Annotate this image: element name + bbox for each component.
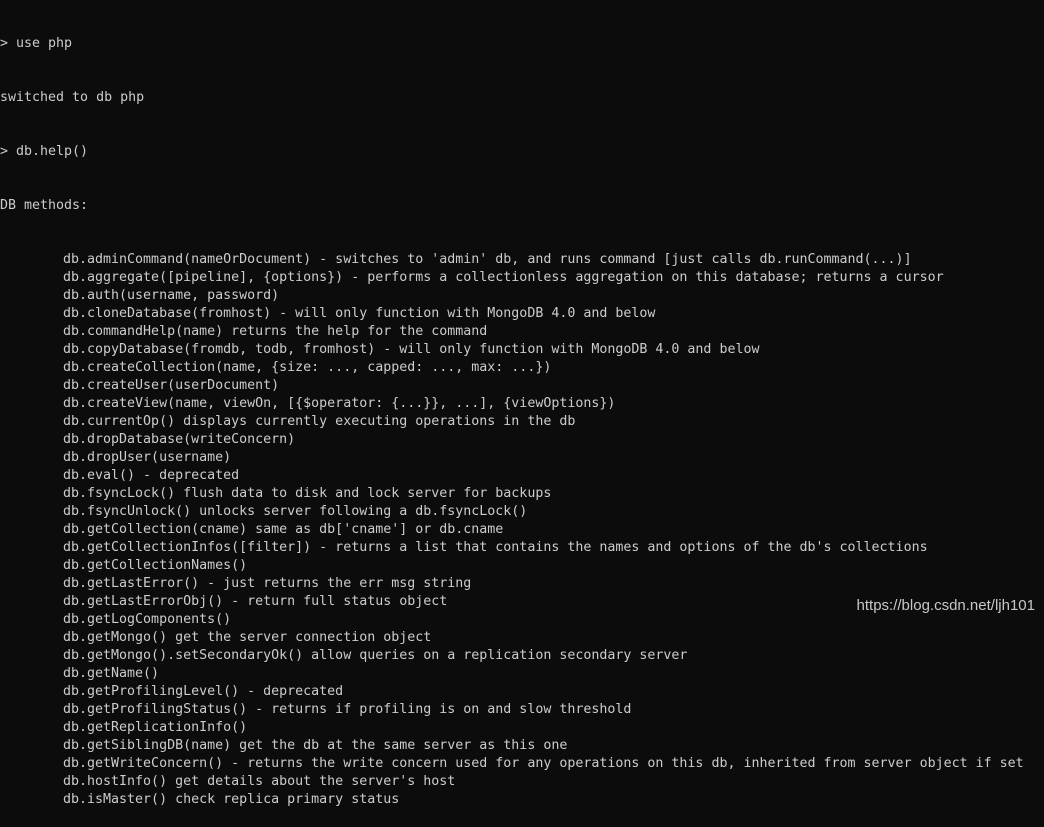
method-line: db.cloneDatabase(fromhost) - will only f… <box>63 306 656 321</box>
method-line: db.isMaster() check replica primary stat… <box>63 792 400 807</box>
method-line: db.getMongo() get the server connection … <box>63 630 432 645</box>
method-line: db.getProfilingStatus() - returns if pro… <box>63 702 632 717</box>
method-line: db.currentOp() displays currently execut… <box>63 414 576 429</box>
method-line: db.getCollectionInfos([filter]) - return… <box>63 540 928 555</box>
method-line: db.aggregate([pipeline], {options}) - pe… <box>63 270 944 285</box>
command-line: > db.help() <box>0 144 89 159</box>
method-line: db.getWriteConcern() - returns the write… <box>63 756 1024 771</box>
output-line: switched to db php <box>0 90 145 105</box>
method-line: db.getProfilingLevel() - deprecated <box>63 684 344 699</box>
method-line: db.fsyncUnlock() unlocks server followin… <box>63 504 528 519</box>
methods-list: db.adminCommand(nameOrDocument) - switch… <box>0 251 1024 809</box>
method-line: db.createView(name, viewOn, [{$operator:… <box>63 396 616 411</box>
method-line: db.eval() - deprecated <box>63 468 240 483</box>
method-line: db.createUser(userDocument) <box>63 378 280 393</box>
method-line: db.adminCommand(nameOrDocument) - switch… <box>63 252 912 267</box>
method-line: db.dropUser(username) <box>63 450 232 465</box>
method-line: db.getCollection(cname) same as db['cnam… <box>63 522 504 537</box>
method-line: db.createCollection(name, {size: ..., ca… <box>63 360 552 375</box>
method-line: db.getName() <box>63 666 160 681</box>
method-line: db.copyDatabase(fromdb, todb, fromhost) … <box>63 342 760 357</box>
method-line: db.getSiblingDB(name) get the db at the … <box>63 738 568 753</box>
output-heading: DB methods: <box>0 198 89 213</box>
method-line: db.hostInfo() get details about the serv… <box>63 774 456 789</box>
method-line: db.commandHelp(name) returns the help fo… <box>63 324 488 339</box>
command-line: > use php <box>0 36 73 51</box>
method-line: db.dropDatabase(writeConcern) <box>63 432 296 447</box>
terminal-output[interactable]: > use php switched to db php > db.help()… <box>0 0 1024 827</box>
method-line: db.getLastError() - just returns the err… <box>63 576 472 591</box>
method-line: db.getMongo().setSecondaryOk() allow que… <box>63 648 688 663</box>
watermark: https://blog.csdn.net/ljh101 <box>856 597 1035 614</box>
method-line: db.auth(username, password) <box>63 288 280 303</box>
method-line: db.getCollectionNames() <box>63 558 248 573</box>
method-line: db.fsyncLock() flush data to disk and lo… <box>63 486 552 501</box>
method-line: db.getReplicationInfo() <box>63 720 248 735</box>
